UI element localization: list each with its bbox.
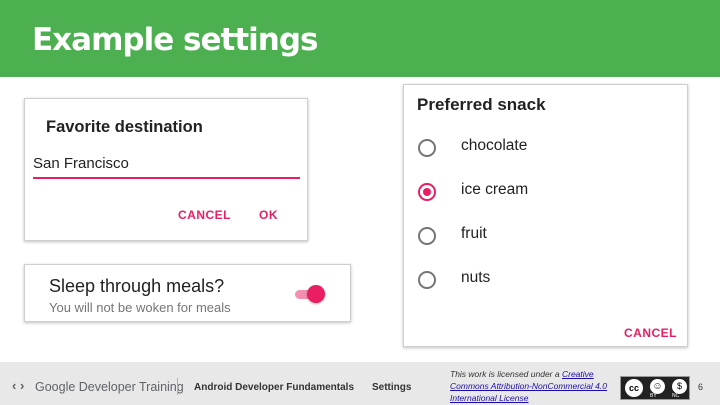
- favorite-destination-dialog: Favorite destination San Francisco CANCE…: [24, 98, 308, 241]
- radio-button[interactable]: [418, 183, 436, 201]
- sleep-through-meals-setting[interactable]: Sleep through meals? You will not be wok…: [24, 264, 351, 322]
- cc-badge[interactable]: cc ☺ $ BY NC: [620, 376, 690, 400]
- brand-name: Google Developer Training: [35, 380, 184, 394]
- nc-dollar-icon: $: [672, 379, 687, 394]
- sleep-toggle-switch[interactable]: [295, 284, 325, 304]
- option-label: fruit: [461, 225, 487, 242]
- radio-option-nuts[interactable]: nuts: [418, 269, 668, 295]
- option-label: chocolate: [461, 137, 528, 154]
- destination-input[interactable]: San Francisco: [33, 155, 129, 172]
- dialog-title: Preferred snack: [417, 95, 546, 114]
- preferred-snack-dialog: Preferred snack chocolate ice cream frui…: [403, 84, 688, 347]
- radio-option-fruit[interactable]: fruit: [418, 225, 668, 251]
- course-name: Android Developer Fundamentals: [194, 382, 355, 393]
- title-bar: Example settings: [0, 0, 720, 77]
- option-label: nuts: [461, 269, 491, 286]
- radio-button[interactable]: [418, 271, 436, 289]
- ok-button[interactable]: OK: [259, 208, 278, 222]
- radio-option-ice-cream[interactable]: ice cream: [418, 181, 668, 207]
- setting-title: Sleep through meals?: [49, 276, 225, 296]
- option-label: ice cream: [461, 181, 529, 198]
- cancel-button[interactable]: CANCEL: [178, 208, 231, 222]
- cc-nc-label: NC: [672, 393, 680, 399]
- chevrons-logo-icon: ‹ ›: [12, 378, 25, 393]
- radio-button[interactable]: [418, 139, 436, 157]
- license-text: This work is licensed under a: [450, 369, 562, 379]
- lesson-name: Settings: [372, 382, 412, 393]
- cancel-button[interactable]: CANCEL: [624, 326, 677, 340]
- footer-bar: ‹ › Google Developer Training Android De…: [0, 362, 720, 405]
- divider: [177, 378, 178, 395]
- radio-option-chocolate[interactable]: chocolate: [418, 137, 668, 163]
- license-notice: This work is licensed under a Creative C…: [450, 368, 610, 404]
- dialog-title: Favorite destination: [46, 118, 203, 136]
- page-number: 6: [698, 382, 704, 392]
- input-underline: [33, 177, 300, 179]
- cc-by-label: BY: [650, 393, 657, 399]
- cc-icon: cc: [625, 379, 643, 397]
- radio-button[interactable]: [418, 227, 436, 245]
- switch-thumb: [307, 285, 325, 303]
- page-title: Example settings: [32, 22, 318, 58]
- setting-summary: You will not be woken for meals: [49, 300, 231, 315]
- by-person-icon: ☺: [650, 379, 665, 394]
